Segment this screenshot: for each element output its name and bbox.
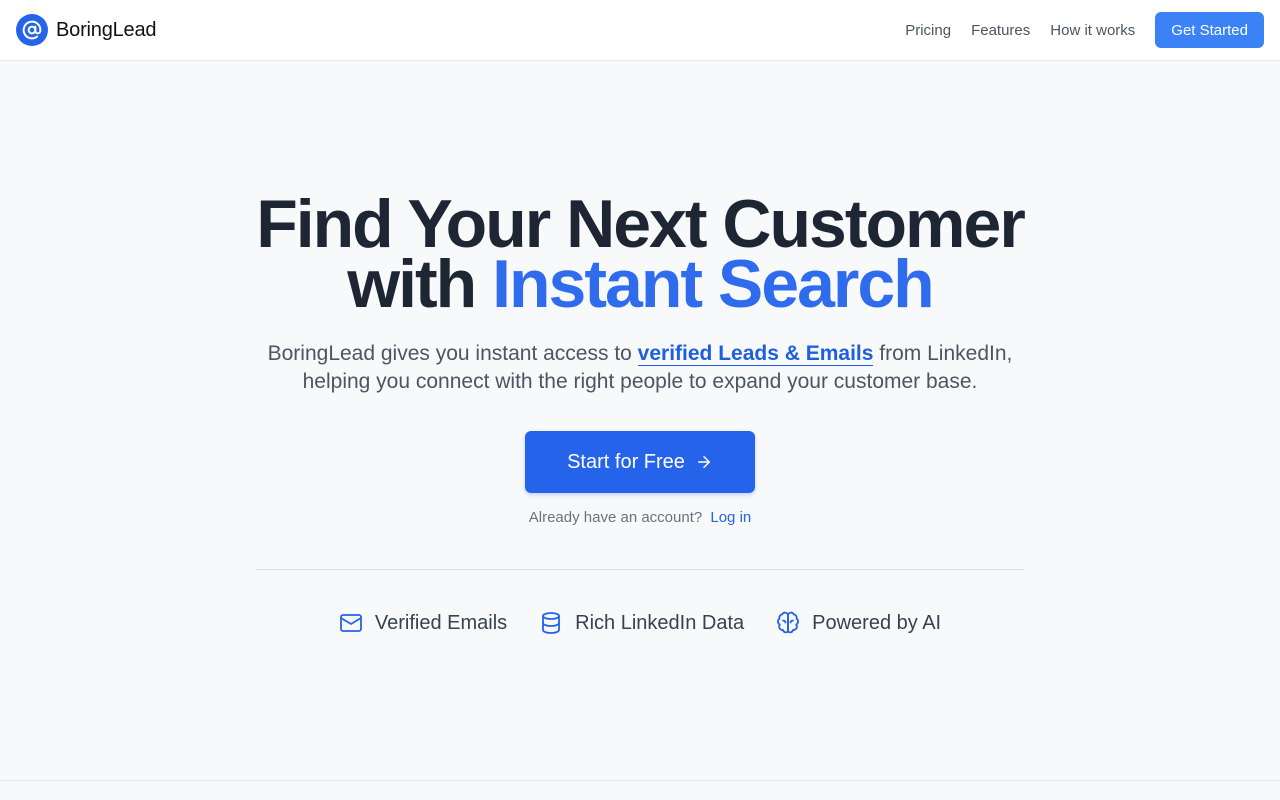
feature-label: Powered by AI <box>812 611 942 634</box>
at-sign-icon <box>16 14 48 46</box>
navbar: BoringLead Pricing Features How it works… <box>0 0 1280 61</box>
headline-accent: Instant Search <box>492 246 935 322</box>
feature-rich-linkedin-data: Rich LinkedIn Data <box>539 611 744 635</box>
login-prompt-text: Already have an account? <box>528 509 703 526</box>
subtitle-before: BoringLead gives you instant access to <box>267 342 632 365</box>
nav-links: Pricing Features How it works Get Starte… <box>905 12 1264 48</box>
nav-link-pricing[interactable]: Pricing <box>905 22 951 39</box>
brain-icon <box>776 611 800 635</box>
brand-name: BoringLead <box>56 18 157 41</box>
feature-label: Rich LinkedIn Data <box>575 611 745 634</box>
divider <box>256 569 1024 570</box>
get-started-button[interactable]: Get Started <box>1155 12 1264 48</box>
nav-link-features[interactable]: Features <box>971 22 1030 39</box>
arrow-right-icon <box>695 453 713 471</box>
feature-verified-emails: Verified Emails <box>339 611 507 635</box>
feature-label: Verified Emails <box>374 611 508 634</box>
database-icon <box>539 611 563 635</box>
hero-section: Find Your Next Customer with Instant Sea… <box>0 61 1280 780</box>
mail-icon <box>339 611 363 635</box>
brand[interactable]: BoringLead <box>16 14 157 46</box>
feature-powered-by-ai: Powered by AI <box>776 611 941 635</box>
hero-subtitle: BoringLead gives you instant access to v… <box>200 340 1080 396</box>
nav-link-how-it-works[interactable]: How it works <box>1050 22 1135 39</box>
start-for-free-label: Start for Free <box>567 450 685 473</box>
subtitle-line2: helping you connect with the right peopl… <box>302 370 978 393</box>
start-for-free-button[interactable]: Start for Free <box>525 431 755 493</box>
login-link[interactable]: Log in <box>710 509 751 526</box>
feature-list: Verified Emails Rich LinkedIn Data Power… <box>0 607 1280 639</box>
hero-headline: Find Your Next Customer with Instant Sea… <box>140 190 1140 318</box>
login-prompt: Already have an account? Log in <box>340 509 940 526</box>
footer-divider <box>0 780 1280 781</box>
subtitle-after: from LinkedIn, <box>879 342 1013 365</box>
headline-prefix: with <box>347 246 477 322</box>
verified-leads-link[interactable]: verified Leads & Emails <box>637 342 874 366</box>
